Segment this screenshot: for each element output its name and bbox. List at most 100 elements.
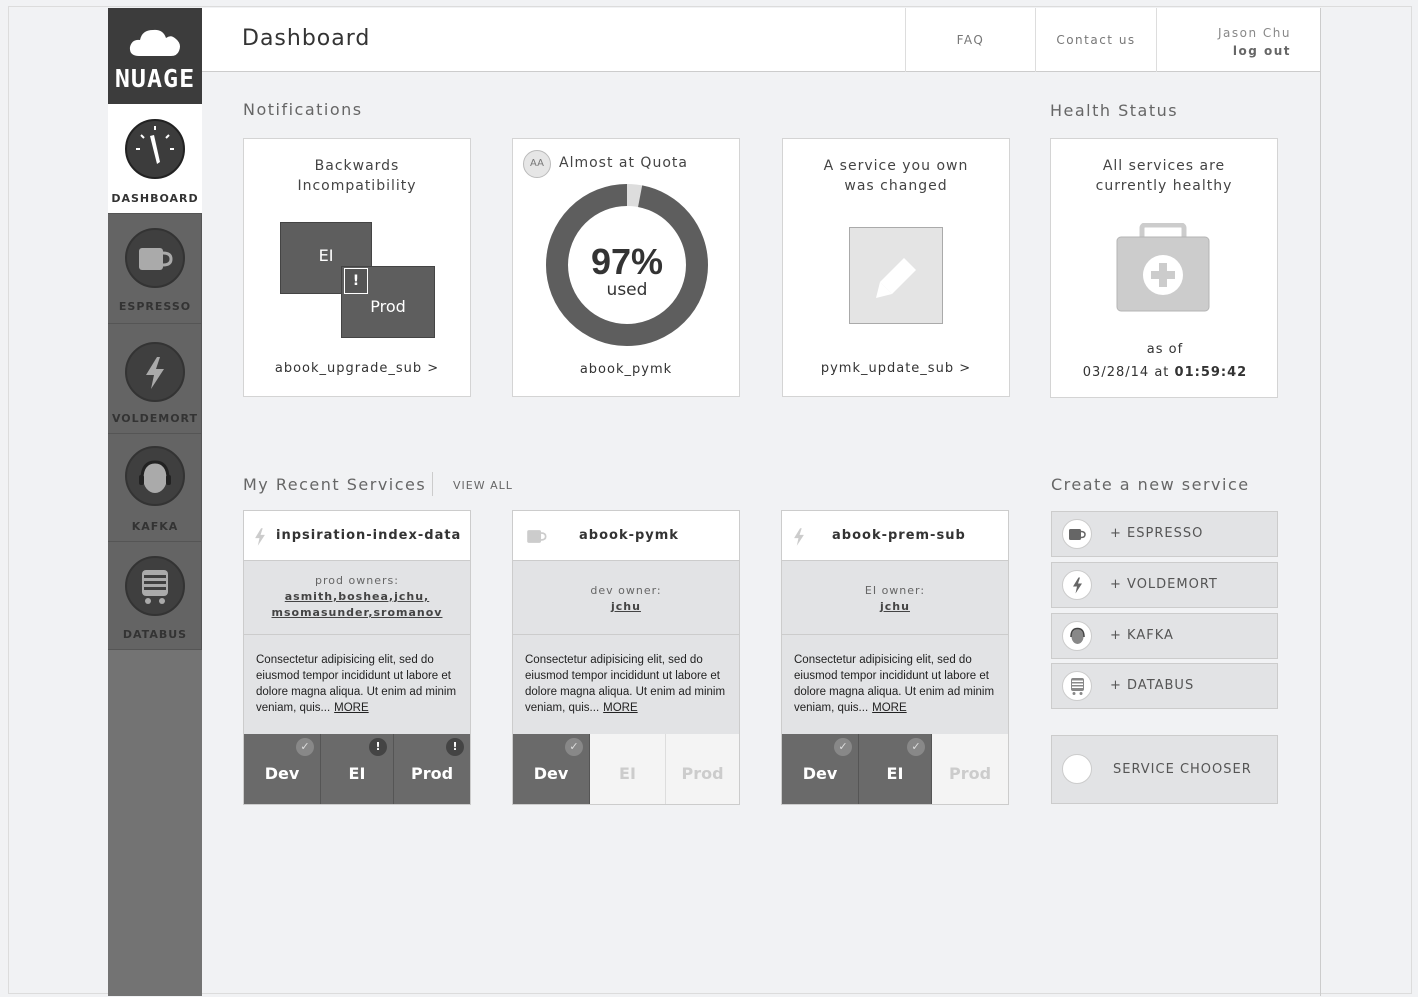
env-label: Dev [802, 764, 838, 783]
notification-card-changed[interactable]: A service you own was changed pymk_updat… [782, 138, 1010, 397]
sidebar-item-kafka[interactable]: KAFKA [108, 434, 202, 542]
card-footer-link[interactable]: abook_upgrade_sub > [244, 361, 470, 376]
env-dev-tab[interactable]: Dev ✓ [782, 734, 859, 804]
card-title: A service you own was changed [823, 158, 969, 194]
sidebar-item-label: ESPRESSO [118, 300, 192, 313]
create-kafka-button[interactable]: + KAFKA [1051, 613, 1278, 659]
head-icon [1070, 627, 1085, 644]
quota-percent: 97% [590, 241, 664, 282]
chevron-right-icon: > [959, 361, 972, 376]
bus-icon [142, 570, 168, 604]
coffee-cup-icon [1069, 529, 1086, 540]
frame-border [1320, 8, 1321, 996]
check-icon: ✓ [296, 738, 314, 756]
button-label: + KAFKA [1110, 628, 1174, 643]
service-description: Consectetur adipisicing elit, sed do eiu… [513, 635, 739, 734]
coffee-cup-icon [527, 530, 547, 543]
avatar: AA [523, 150, 551, 178]
button-label: + VOLDEMORT [1110, 577, 1218, 592]
service-name: inpsiration-index-data [276, 528, 462, 543]
card-footer-link[interactable]: abook_pymk [513, 362, 739, 377]
sidebar-item-label: DASHBOARD [111, 192, 199, 205]
sidebar-item-dashboard[interactable]: DASHBOARD [108, 104, 202, 214]
service-chooser-button[interactable]: SERVICE CHOOSER [1051, 735, 1278, 804]
contact-link[interactable]: Contact us [1035, 8, 1156, 72]
service-name: abook-pymk [579, 528, 679, 543]
sidebar-item-label: DATABUS [122, 628, 188, 641]
button-label: + ESPRESSO [1110, 526, 1204, 541]
edit-box [849, 227, 943, 324]
env-prod-tab[interactable]: Prod! [394, 734, 470, 804]
env-label: Dev [533, 764, 569, 783]
sidebar-item-espresso[interactable]: ESPRESSO [108, 214, 202, 324]
alert-icon: ! [446, 738, 464, 756]
logout-link[interactable]: log out [1157, 42, 1291, 60]
more-link[interactable]: MORE [872, 702, 907, 714]
cloud-icon [129, 29, 180, 56]
coffee-cup-icon [139, 248, 173, 270]
chevron-right-icon: > [427, 361, 440, 376]
first-aid-kit-icon [1116, 223, 1210, 312]
head-icon [139, 460, 171, 493]
sidebar-item-label: VOLDEMORT [111, 412, 199, 425]
owner-label: dev owner: [590, 584, 662, 597]
service-owners: prod owners: asmith,boshea,jchu, msomasu… [244, 561, 470, 635]
button-label: SERVICE CHOOSER [1113, 762, 1252, 777]
sidebar-empty [108, 650, 202, 996]
owner-names[interactable]: jchu [513, 599, 739, 615]
service-card-abook-pymk[interactable]: abook-pymk dev owner: jchu Consectetur a… [512, 510, 740, 805]
pencil-icon [876, 258, 916, 298]
lightning-icon [146, 357, 164, 389]
service-card-header[interactable]: abook-prem-sub [782, 511, 1008, 561]
service-card-abook-prem-sub[interactable]: abook-prem-sub EI owner: jchu Consectetu… [781, 510, 1009, 805]
more-link[interactable]: MORE [334, 702, 369, 714]
env-label: EI [886, 764, 904, 783]
env-prod-tab[interactable]: Prod [666, 734, 739, 804]
env-prod-tab[interactable]: Prod [932, 734, 1008, 804]
env-ei-tab[interactable]: EI! [321, 734, 394, 804]
notification-card-quota[interactable]: AA Almost at Quota 97% used abook_pymk [512, 138, 740, 397]
create-espresso-button[interactable]: + ESPRESSO [1051, 511, 1278, 557]
health-at: at [1154, 365, 1170, 380]
env-ei-tab[interactable]: EI [590, 734, 666, 804]
brand-name: NUAGE [114, 64, 196, 93]
service-card-header[interactable]: abook-pymk [513, 511, 739, 561]
health-date: 03/28/14 [1082, 365, 1150, 380]
health-message: All services are currently healthy [1095, 158, 1233, 194]
env-dev-tab[interactable]: Dev ✓ [513, 734, 590, 804]
owner-names[interactable]: jchu [782, 599, 1008, 615]
service-description: Consectetur adipisicing elit, sed do eiu… [244, 635, 470, 734]
logo[interactable]: NUAGE [108, 8, 202, 104]
owner-names[interactable]: asmith,boshea,jchu, [244, 589, 470, 605]
notification-card-incompat[interactable]: Backwards Incompatibility EI Prod ! aboo… [243, 138, 471, 397]
health-time: 01:59:42 [1174, 365, 1248, 380]
service-description: Consectetur adipisicing elit, sed do eiu… [782, 635, 1008, 734]
health-as-of: as of [1146, 342, 1184, 357]
card-footer-link[interactable]: pymk_update_sub > [783, 361, 1009, 376]
user-name: Jason Chu [1218, 26, 1291, 40]
recent-services-title: My Recent Services [243, 475, 427, 494]
lightning-icon [794, 528, 804, 546]
bus-icon [1071, 678, 1084, 695]
service-card-inspiration[interactable]: inpsiration-index-data prod owners: asmi… [243, 510, 471, 805]
owner-names[interactable]: msomasunder,sromanov [244, 605, 470, 621]
alert-icon: ! [344, 268, 368, 294]
service-card-header[interactable]: inpsiration-index-data [244, 511, 470, 561]
health-timestamp: 03/28/14 at 01:59:42 [1051, 365, 1279, 380]
sidebar: NUAGE DASHBOARD ESPRESSO VOLDEMORT KAFKA… [108, 8, 202, 996]
sidebar-item-voldemort[interactable]: VOLDEMORT [108, 324, 202, 434]
create-service-title: Create a new service [1051, 475, 1250, 494]
check-icon: ✓ [565, 738, 583, 756]
service-name: abook-prem-sub [832, 528, 966, 543]
create-databus-button[interactable]: + DATABUS [1051, 663, 1278, 709]
more-link[interactable]: MORE [603, 702, 638, 714]
button-label: + DATABUS [1110, 678, 1195, 693]
faq-link[interactable]: FAQ [905, 8, 1035, 72]
env-dev-tab[interactable]: Dev ✓ [244, 734, 321, 804]
sidebar-item-databus[interactable]: DATABUS [108, 542, 202, 650]
create-voldemort-button[interactable]: + VOLDEMORT [1051, 562, 1278, 608]
env-ei-tab[interactable]: EI ✓ [859, 734, 932, 804]
quota-used-label: used [606, 280, 648, 300]
view-all-link[interactable]: VIEW ALL [453, 479, 513, 492]
health-card: All services are currently healthy as of… [1050, 138, 1278, 398]
